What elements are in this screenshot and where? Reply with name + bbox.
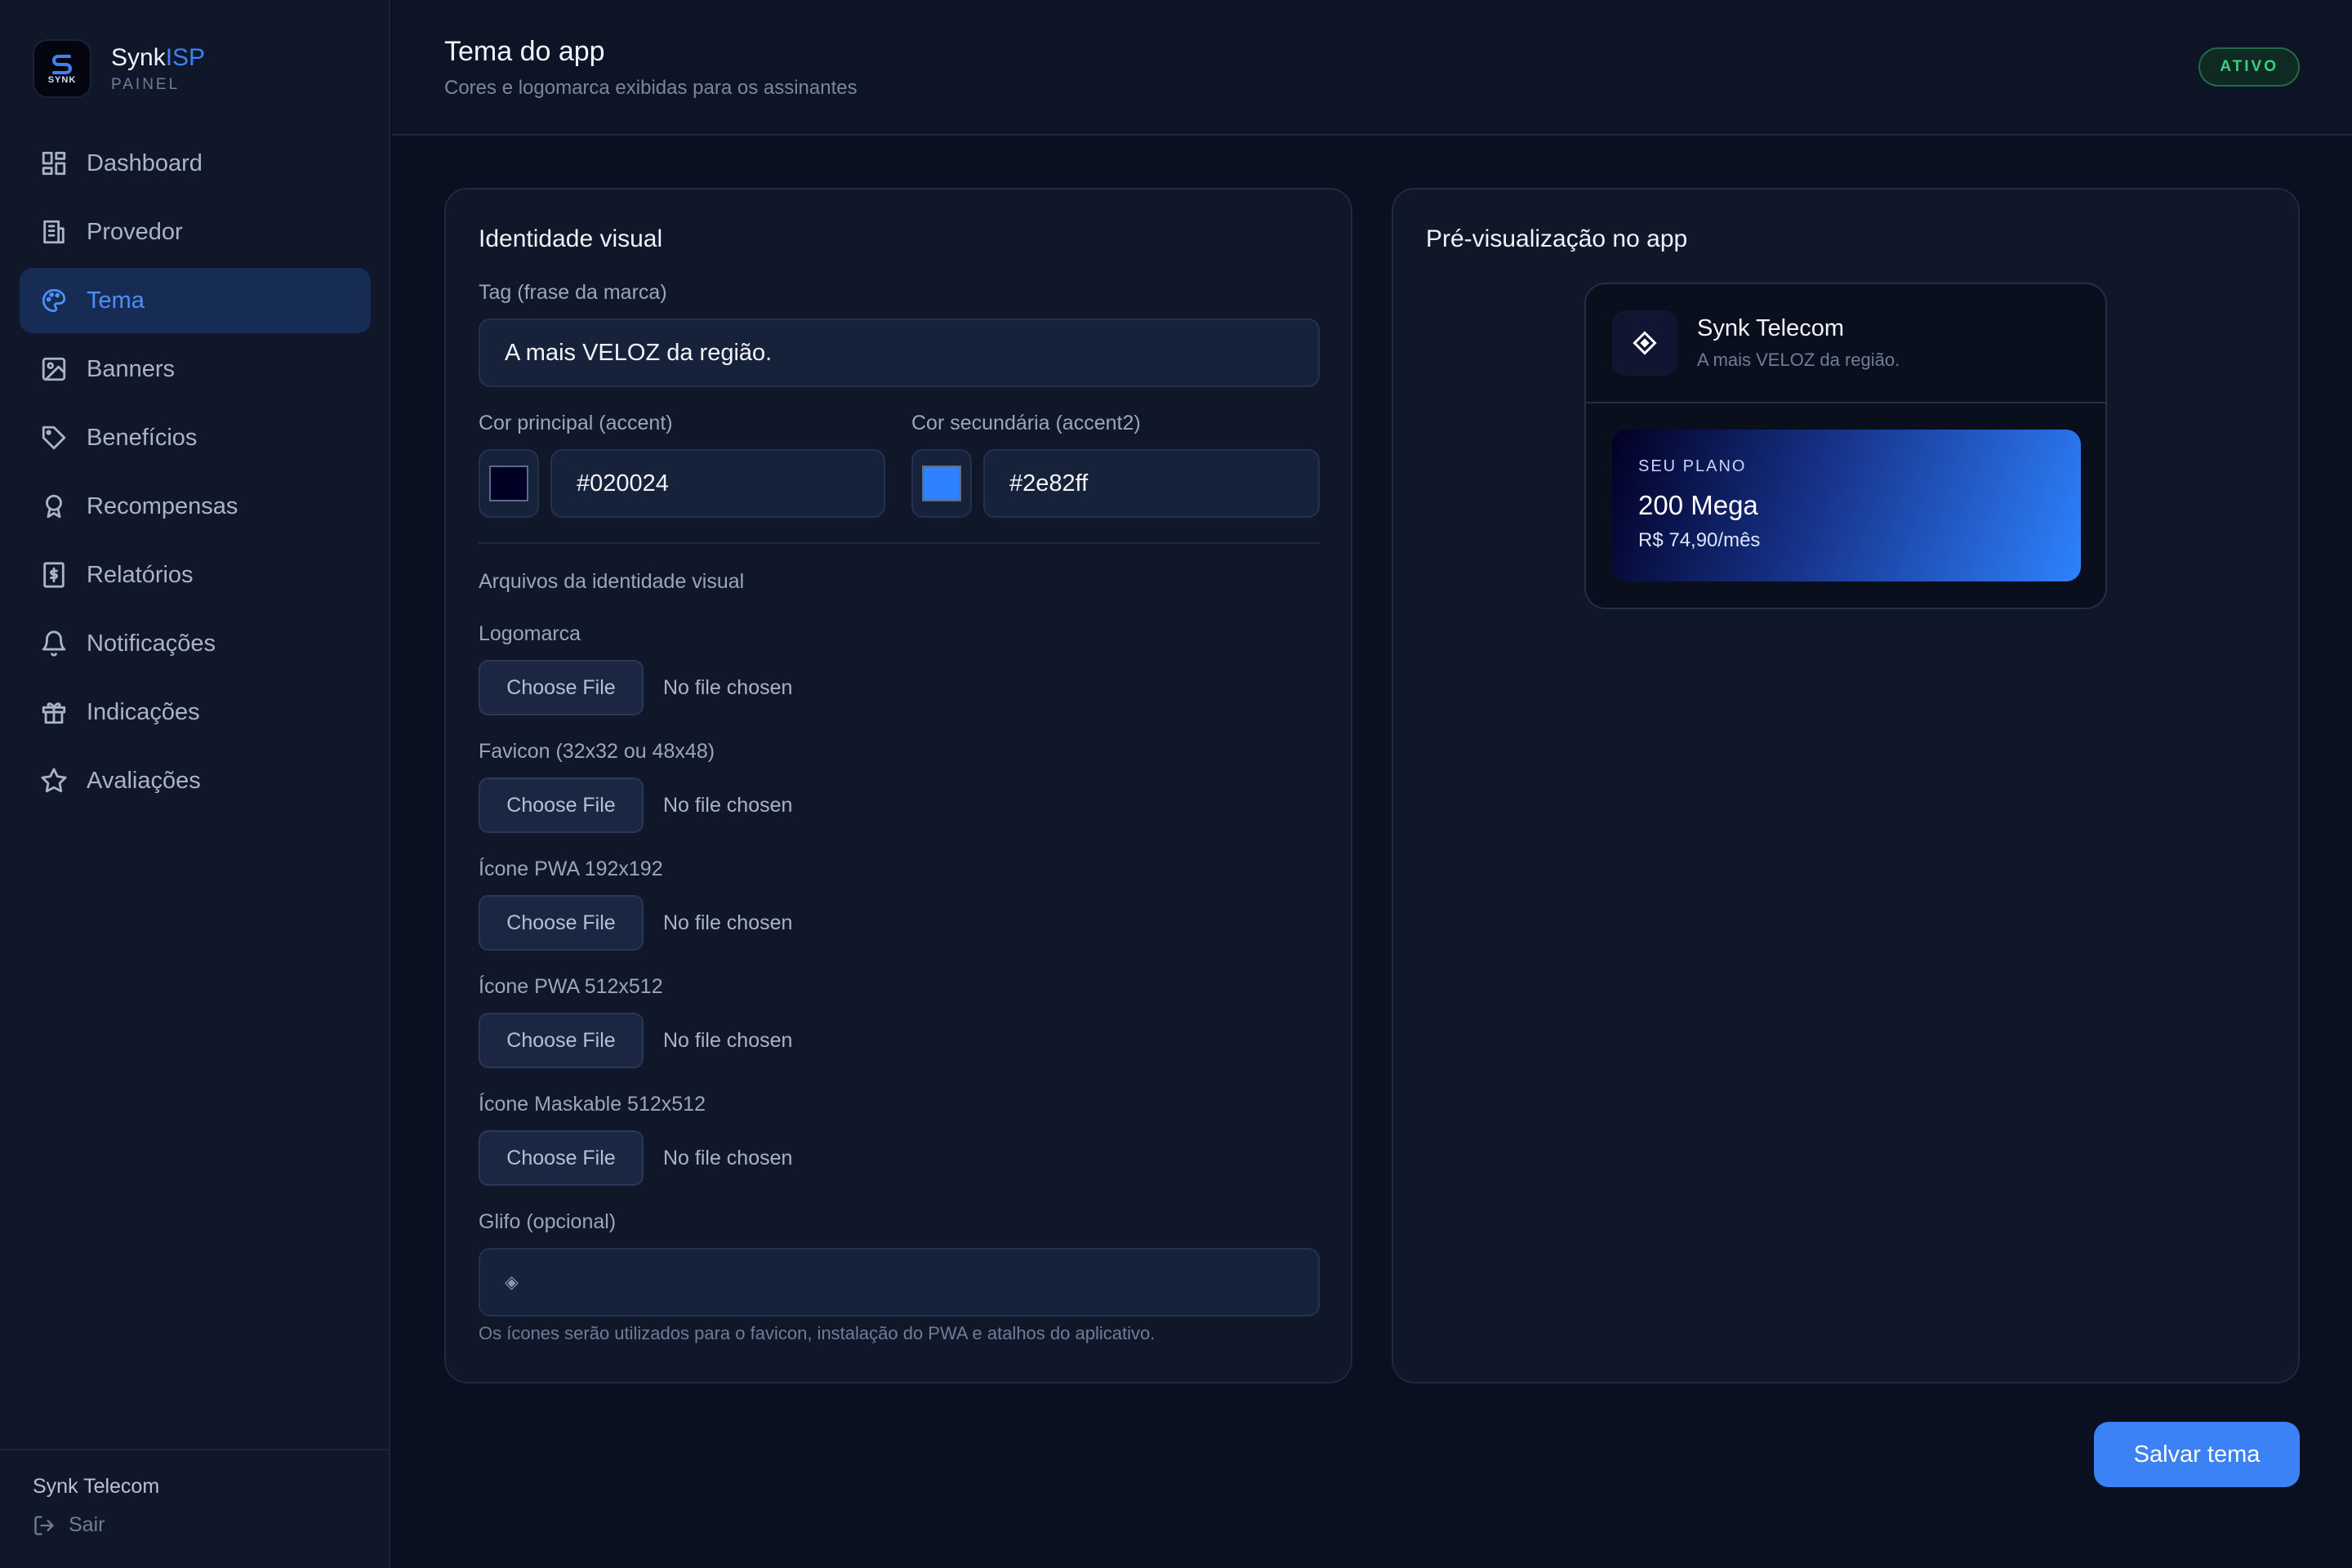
sidebar: SYNK SynkISP PAINEL Dashboard Provedor T… bbox=[0, 0, 390, 1568]
accent2-color-swatch bbox=[922, 466, 961, 501]
accent2-hex-input[interactable]: #2e82ff bbox=[983, 449, 1320, 518]
tag-icon bbox=[39, 423, 69, 452]
plan-name: 200 Mega bbox=[1638, 490, 1758, 520]
sidebar-item-label: Benefícios bbox=[87, 424, 198, 451]
logo-s-icon bbox=[52, 55, 72, 74]
brand[interactable]: SYNK SynkISP PAINEL bbox=[33, 39, 205, 98]
plan-price: R$ 74,90/mês bbox=[1638, 529, 1761, 551]
choose-file-button[interactable]: Choose File bbox=[479, 1013, 644, 1068]
accent-color-swatch bbox=[489, 466, 528, 501]
sidebar-item-provedor[interactable]: Provedor bbox=[20, 199, 371, 265]
image-icon bbox=[39, 354, 69, 384]
choose-file-button[interactable]: Choose File bbox=[479, 660, 644, 715]
file-status: No file chosen bbox=[663, 675, 793, 699]
divider bbox=[479, 542, 1320, 544]
sidebar-item-label: Avaliações bbox=[87, 767, 201, 794]
accent-label: Cor principal (accent) bbox=[479, 412, 673, 434]
sidebar-item-label: Dashboard bbox=[87, 149, 203, 176]
pwa512-file-input: Choose File No file chosen bbox=[479, 1013, 792, 1068]
accent2-color-picker[interactable] bbox=[911, 449, 972, 518]
save-theme-button[interactable]: Salvar tema bbox=[2094, 1422, 2300, 1487]
dashboard-icon bbox=[39, 149, 69, 178]
sidebar-item-recompensas[interactable]: Recompensas bbox=[20, 474, 371, 539]
pwa192-file-input: Choose File No file chosen bbox=[479, 895, 792, 951]
page-subtitle: Cores e logomarca exibidas para os assin… bbox=[444, 77, 858, 99]
sidebar-item-avaliacoes[interactable]: Avaliações bbox=[20, 748, 371, 813]
sidebar-item-label: Provedor bbox=[87, 218, 183, 245]
preview-card: Pré-visualização no app Synk Telecom A m… bbox=[1392, 188, 2300, 1383]
sidebar-item-tema[interactable]: Tema bbox=[20, 268, 371, 333]
logo-file-input: Choose File No file chosen bbox=[479, 660, 792, 715]
file-status: No file chosen bbox=[663, 1146, 793, 1169]
file-status: No file chosen bbox=[663, 793, 793, 817]
favicon-file-input: Choose File No file chosen bbox=[479, 777, 792, 833]
logout-label: Sair bbox=[69, 1513, 105, 1536]
logout-button[interactable]: Sair bbox=[33, 1513, 358, 1537]
choose-file-button[interactable]: Choose File bbox=[479, 1130, 644, 1186]
sidebar-item-notificacoes[interactable]: Notificações bbox=[20, 611, 371, 676]
maskable-file-input: Choose File No file chosen bbox=[479, 1130, 792, 1186]
star-icon bbox=[39, 766, 69, 795]
file-status: No file chosen bbox=[663, 911, 793, 934]
receipt-icon bbox=[39, 560, 69, 590]
brand-subtitle: PAINEL bbox=[111, 75, 180, 93]
sidebar-footer: Synk Telecom Sair bbox=[0, 1449, 390, 1568]
choose-file-button[interactable]: Choose File bbox=[479, 895, 644, 951]
sidebar-item-relatorios[interactable]: Relatórios bbox=[20, 542, 371, 608]
sidebar-item-label: Banners bbox=[87, 355, 176, 382]
sidebar-item-label: Recompensas bbox=[87, 492, 238, 519]
tag-label: Tag (frase da marca) bbox=[479, 281, 667, 304]
org-name: Synk Telecom bbox=[33, 1475, 160, 1498]
gift-icon bbox=[39, 697, 69, 727]
preview-plan-card: SEU PLANO 200 Mega R$ 74,90/mês bbox=[1612, 430, 2081, 581]
logo-text: SYNK bbox=[47, 75, 77, 85]
palette-icon bbox=[39, 286, 69, 315]
icons-hint: Os ícones serão utilizados para o favico… bbox=[479, 1323, 1156, 1343]
accent-color-picker[interactable] bbox=[479, 449, 539, 518]
accent2-label: Cor secundária (accent2) bbox=[911, 412, 1141, 434]
status-badge: ATIVO bbox=[2198, 47, 2300, 87]
award-icon bbox=[39, 492, 69, 521]
sidebar-item-indicacoes[interactable]: Indicações bbox=[20, 679, 371, 745]
brand-name: SynkISP bbox=[111, 43, 206, 71]
app-preview: Synk Telecom A mais VELOZ da região. SEU… bbox=[1584, 283, 2107, 609]
accent-hex-input[interactable]: #020024 bbox=[550, 449, 885, 518]
pwa192-file-label: Ícone PWA 192x192 bbox=[479, 858, 663, 880]
files-section-label: Arquivos da identidade visual bbox=[479, 570, 745, 593]
sidebar-item-banners[interactable]: Banners bbox=[20, 336, 371, 402]
glyph-label: Glifo (opcional) bbox=[479, 1210, 617, 1233]
sidebar-item-label: Notificações bbox=[87, 630, 216, 657]
sidebar-item-label: Indicações bbox=[87, 698, 200, 725]
preview-app-name: Synk Telecom bbox=[1697, 315, 1844, 341]
identity-card: Identidade visual Tag (frase da marca) A… bbox=[444, 188, 1352, 1383]
building-icon bbox=[39, 217, 69, 247]
app-root: SYNK SynkISP PAINEL Dashboard Provedor T… bbox=[0, 0, 2352, 1568]
sidebar-item-beneficios[interactable]: Benefícios bbox=[20, 405, 371, 470]
sidebar-item-label: Tema bbox=[87, 287, 145, 314]
preview-app-tag: A mais VELOZ da região. bbox=[1697, 350, 1900, 370]
page-title: Tema do app bbox=[444, 36, 605, 67]
identity-card-title: Identidade visual bbox=[479, 225, 663, 252]
preview-app-icon bbox=[1612, 310, 1677, 376]
favicon-file-label: Favicon (32x32 ou 48x48) bbox=[479, 740, 715, 763]
sidebar-nav: Dashboard Provedor Tema Banners Benefíci… bbox=[20, 131, 371, 817]
pwa512-file-label: Ícone PWA 512x512 bbox=[479, 975, 663, 998]
maskable-file-label: Ícone Maskable 512x512 bbox=[479, 1093, 706, 1116]
sidebar-item-label: Relatórios bbox=[87, 561, 194, 588]
file-status: No file chosen bbox=[663, 1028, 793, 1052]
logo-file-label: Logomarca bbox=[479, 622, 581, 645]
preview-card-title: Pré-visualização no app bbox=[1426, 225, 1688, 252]
plan-label: SEU PLANO bbox=[1638, 457, 1747, 475]
tag-input[interactable]: A mais VELOZ da região. bbox=[479, 318, 1320, 387]
page-header: Tema do app Cores e logomarca exibidas p… bbox=[392, 0, 2352, 136]
glyph-input[interactable]: ◈ bbox=[479, 1248, 1320, 1316]
bell-icon bbox=[39, 629, 69, 658]
logout-icon bbox=[34, 1515, 54, 1535]
diamond-glyph-icon bbox=[1633, 331, 1657, 355]
sidebar-item-dashboard[interactable]: Dashboard bbox=[20, 131, 371, 196]
choose-file-button[interactable]: Choose File bbox=[479, 777, 644, 833]
brand-logo: SYNK bbox=[33, 39, 91, 98]
preview-app-header: Synk Telecom A mais VELOZ da região. bbox=[1586, 284, 2105, 403]
